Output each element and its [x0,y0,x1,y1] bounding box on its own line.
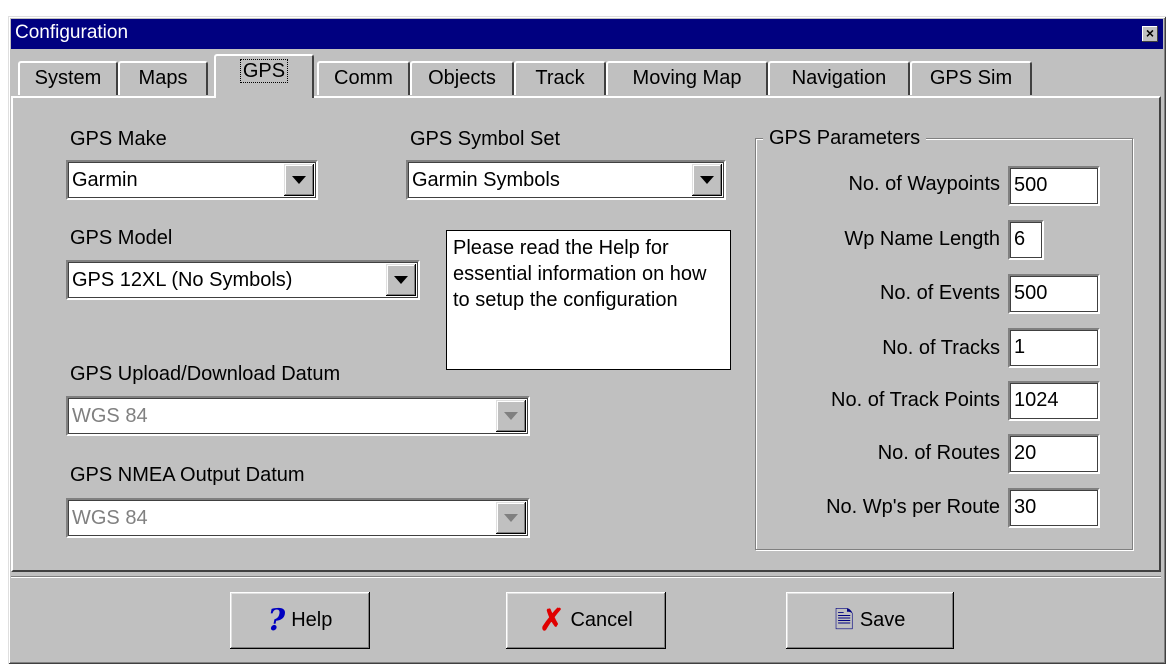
tab-label: Objects [428,67,496,89]
tab-label: GPS Sim [929,67,1013,89]
tab-objects[interactable]: Objects [410,61,514,95]
chevron-down-icon[interactable] [496,502,526,534]
chevron-down-icon[interactable] [386,264,416,296]
gps-make-select[interactable]: Garmin [66,160,318,200]
gps-symbol-set-select[interactable]: Garmin Symbols [406,160,726,200]
wps-per-route-input[interactable]: 30 [1008,488,1100,528]
help-button-label: Help [291,609,333,631]
chevron-down-icon[interactable] [284,164,314,196]
tab-gps-sim[interactable]: GPS Sim [910,61,1032,95]
track-points-label: No. of Track Points [831,389,1000,411]
chevron-down-icon[interactable] [496,400,526,432]
gps-upload-datum-value: WGS 84 [72,405,148,427]
gps-upload-datum-label: GPS Upload/Download Datum [70,363,341,385]
routes-label: No. of Routes [877,442,1000,464]
tab-label: GPS [239,59,289,83]
gps-make-label: GPS Make [70,128,167,150]
cancel-icon: ✗ [539,604,565,638]
help-icon: ? [267,603,286,639]
tracks-label: No. of Tracks [882,337,1000,359]
gps-model-select[interactable]: GPS 12XL (No Symbols) [66,260,420,300]
tab-label: Comm [334,67,393,89]
save-button[interactable]: 🗎 Save [786,592,954,649]
wps-per-route-label: No. Wp's per Route [826,496,1000,518]
gps-parameters-title: GPS Parameters [763,127,927,150]
tab-navigation[interactable]: Navigation [768,61,910,95]
tab-label: Track [535,67,585,89]
gps-symbol-set-label: GPS Symbol Set [410,128,561,150]
save-button-label: Save [859,609,906,631]
gps-model-value: GPS 12XL (No Symbols) [72,269,293,291]
track-points-input[interactable]: 1024 [1008,381,1100,421]
routes-input[interactable]: 20 [1008,434,1100,474]
gps-nmea-datum-label: GPS NMEA Output Datum [70,464,305,486]
tab-gps[interactable]: GPS [214,54,314,98]
tab-moving-map[interactable]: Moving Map [606,61,768,95]
help-button[interactable]: ? Help [230,592,370,649]
tab-maps[interactable]: Maps [118,61,208,95]
chevron-down-icon[interactable] [692,164,722,196]
wp-name-length-input[interactable]: 6 [1008,220,1044,260]
gps-nmea-datum-value: WGS 84 [72,507,148,529]
tab-track[interactable]: Track [514,61,606,95]
events-label: No. of Events [879,282,1000,304]
tab-label: Moving Map [632,67,742,89]
gps-upload-datum-select[interactable]: WGS 84 [66,396,530,436]
gps-make-value: Garmin [72,169,138,191]
tab-system[interactable]: System [18,61,118,95]
events-input[interactable]: 500 [1008,274,1100,314]
tab-comm[interactable]: Comm [317,61,410,95]
title-bar[interactable]: Configuration × [11,19,1163,49]
wp-name-length-label: Wp Name Length [844,228,1000,250]
waypoints-input[interactable]: 500 [1008,166,1100,206]
save-icon: 🗎 [834,607,854,635]
help-note: Please read the Help for essential infor… [446,230,731,370]
tracks-input[interactable]: 1 [1008,328,1100,368]
gps-nmea-datum-select[interactable]: WGS 84 [66,498,530,538]
cancel-button-label: Cancel [570,609,633,631]
cancel-button[interactable]: ✗ Cancel [506,592,666,649]
close-icon[interactable]: × [1142,26,1158,42]
divider [11,576,1161,578]
gps-symbol-set-value: Garmin Symbols [412,169,560,191]
waypoints-label: No. of Waypoints [848,173,1000,195]
window-title: Configuration [15,22,129,43]
tab-label: Navigation [791,67,887,89]
tab-label: System [34,67,102,89]
tab-label: Maps [138,67,188,89]
gps-model-label: GPS Model [70,227,173,249]
